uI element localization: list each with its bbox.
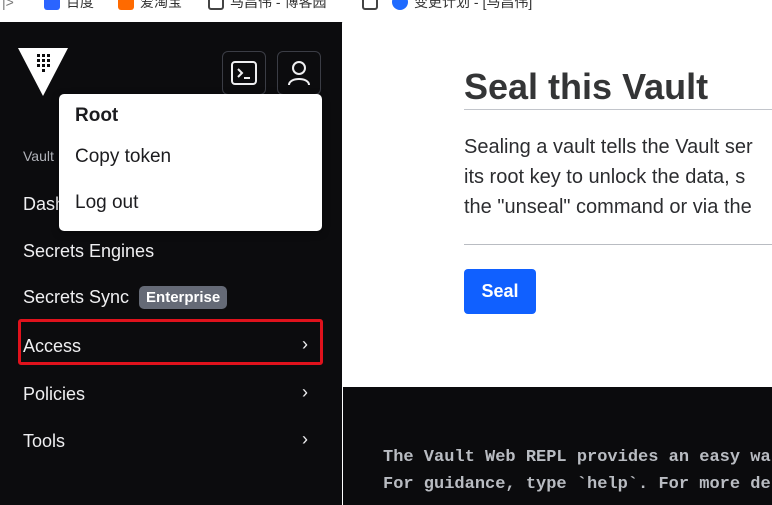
bookmark-blog[interactable]: 马昌伟 - 博客园 <box>208 0 326 12</box>
sidebar-item-policies[interactable]: Policies <box>23 384 85 405</box>
console-output-line: For guidance, type `help`. For more de <box>383 475 771 494</box>
sidebar-item-label: Policies <box>23 384 86 404</box>
sidebar-item-label: Access <box>23 336 82 356</box>
content-divider <box>464 244 772 245</box>
chevron-right-icon: › <box>302 429 308 449</box>
console-toggle-button[interactable] <box>222 51 266 95</box>
taobao-icon <box>118 0 134 10</box>
bookmark-aitaobao[interactable]: 爱淘宝 <box>118 0 182 12</box>
sidebar-item-secrets-engines[interactable]: Secrets Engines <box>23 241 154 262</box>
enterprise-badge: Enterprise <box>139 286 228 309</box>
bookmarks-overflow-icon[interactable]: |> <box>2 0 14 12</box>
seal-description-line: Sealing a vault tells the Vault ser <box>464 136 753 158</box>
blog-icon <box>208 0 224 10</box>
bookmarks-bar: |> 百度 爱淘宝 马昌伟 - 博客园 变更计划 - [马昌伟] <box>0 0 772 23</box>
sidebar-item-label: Secrets Engines <box>23 241 155 261</box>
page-title: Seal this Vault <box>464 66 709 107</box>
vault-logo-icon[interactable] <box>18 48 68 96</box>
seal-description-line: the "unseal" command or via the <box>464 196 752 218</box>
sidebar-item-access[interactable]: Access <box>23 336 81 357</box>
console-output-line: The Vault Web REPL provides an easy wa <box>383 448 771 467</box>
baidu-icon <box>44 0 60 10</box>
sidebar-item-secrets-sync[interactable]: Secrets Sync Enterprise <box>23 286 228 309</box>
bookmark-blog-2[interactable] <box>362 0 384 12</box>
web-repl-console[interactable]: The Vault Web REPL provides an easy wa F… <box>343 387 772 505</box>
title-divider <box>464 109 772 110</box>
chevron-right-icon: › <box>302 382 308 402</box>
seal-description-line: its root key to unlock the data, s <box>464 166 746 188</box>
nav-section-label: Vault <box>23 148 54 164</box>
main-content: Seal this Vault Sealing a vault tells th… <box>343 22 772 387</box>
bookmark-baidu[interactable]: 百度 <box>44 0 94 12</box>
bookmark-change-plan[interactable]: 变更计划 - [马昌伟] <box>392 0 532 12</box>
sidebar-item-tools[interactable]: Tools <box>23 431 65 452</box>
user-icon <box>288 61 310 86</box>
blog-icon <box>362 0 378 10</box>
terminal-icon <box>231 61 257 85</box>
seal-button[interactable]: Seal <box>464 269 536 314</box>
user-menu-title: Root <box>75 105 119 126</box>
sidebar-item-label: Secrets Sync <box>23 287 130 307</box>
sidebar-item-label: Tools <box>23 431 66 451</box>
user-dropdown-menu: Root Copy token Log out <box>59 94 322 231</box>
lark-icon <box>392 0 408 10</box>
copy-token-menu-item[interactable]: Copy token <box>75 146 171 168</box>
user-menu-button[interactable] <box>277 51 321 95</box>
log-out-menu-item[interactable]: Log out <box>75 192 138 214</box>
chevron-right-icon: › <box>302 334 308 354</box>
